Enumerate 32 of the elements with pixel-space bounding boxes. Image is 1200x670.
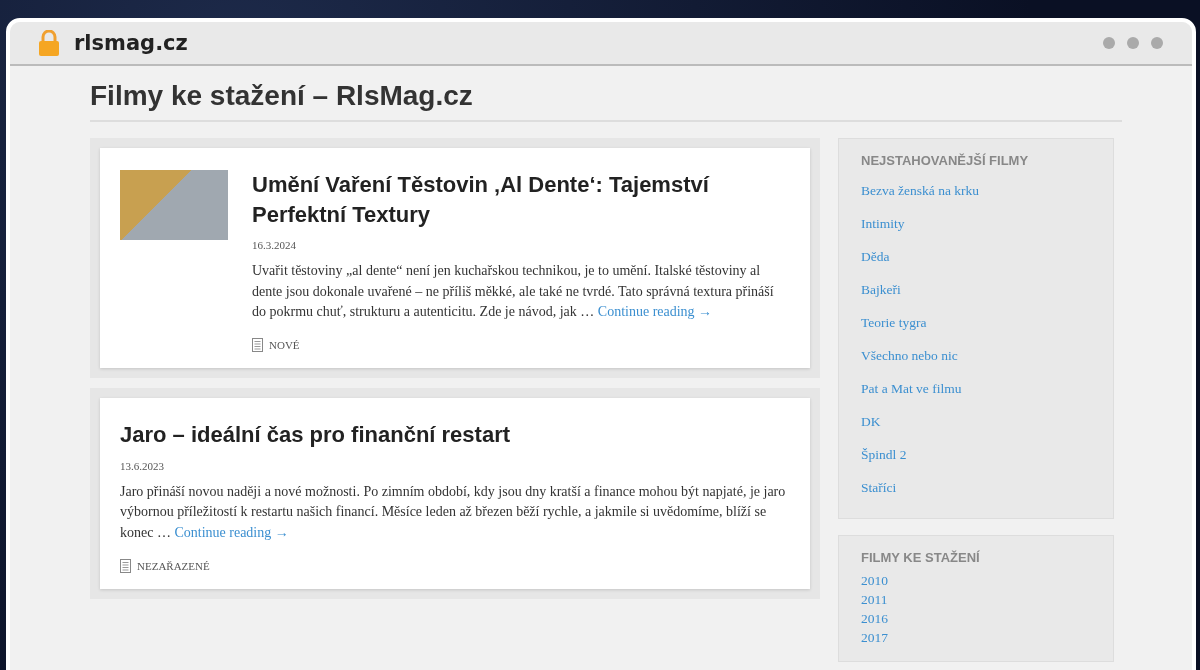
- sidebar-link[interactable]: Intimity: [861, 207, 905, 240]
- address-text[interactable]: rlsmag.cz: [74, 31, 188, 55]
- widget-title: NEJSTAHOVANĚJŠÍ FILMY: [861, 153, 1029, 168]
- document-icon: [120, 558, 131, 573]
- sidebar-link[interactable]: DK: [861, 405, 881, 438]
- sidebar-link[interactable]: Staříci: [861, 471, 897, 504]
- post-date: 13.6.2023: [120, 459, 165, 472]
- sidebar-link[interactable]: 2016: [861, 609, 888, 628]
- sidebar-link[interactable]: Bajkeři: [861, 273, 901, 306]
- sidebar-link[interactable]: Pat a Mat ve filmu: [861, 372, 962, 405]
- document-icon: [252, 338, 263, 353]
- category-link[interactable]: NOVÉ: [269, 339, 300, 352]
- post-date: 16.3.2024: [252, 239, 297, 252]
- window-dots-icon: [1102, 36, 1164, 50]
- widget-title: FILMY KE STAŽENÍ: [861, 550, 980, 565]
- sidebar-link[interactable]: Bezva ženská na krku: [861, 174, 980, 207]
- sidebar-link[interactable]: Teorie tygra: [861, 306, 927, 339]
- continue-reading-link[interactable]: Continue reading →: [597, 303, 713, 319]
- sidebar-link[interactable]: Špindl 2: [861, 438, 907, 471]
- sidebar-link[interactable]: 2011: [861, 590, 888, 609]
- site-title[interactable]: Filmy ke stažení – RlsMag.cz: [90, 80, 1122, 122]
- category-link[interactable]: NEZAŘAZENÉ: [137, 559, 210, 572]
- post-excerpt: Uvařit těstoviny „al dente“ není jen kuchařskou technikou, je to umění. Italské těstoviny al dente jsou dokonale uvařené – ne příliš měkké, ale také ne tvrdé. Tato správná textura přináší do pokrmu chuť, strukturu a autenticitu. Zde je návod, jak … Continue reading →: [252, 262, 775, 321]
- lock-icon: [38, 30, 60, 56]
- continue-reading-link[interactable]: Continue reading →: [174, 524, 289, 540]
- post-excerpt: Jaro přináší novou naději a nové možnosti. Po zimním období, kdy jsou dny kratší a finance mohou být napjaté, je jaro výbornou příležitostí k restartu našich financí. Měsíce leden až březen běží rychle, a jakmile si uvědomíme, blíží se konec … Continue reading →: [120, 482, 787, 542]
- post-title[interactable]: Umění Vaření Těstovin ‚Al Dente‘: Tajemství Perfektní Textury: [252, 170, 790, 230]
- sidebar-link[interactable]: Všechno nebo nic: [861, 339, 958, 372]
- sidebar-link[interactable]: 2010: [861, 571, 888, 590]
- sidebar-link[interactable]: 2017: [861, 628, 888, 647]
- post-title[interactable]: Jaro – ideální čas pro finanční restart: [120, 420, 790, 450]
- sidebar-link[interactable]: Děda: [861, 240, 890, 273]
